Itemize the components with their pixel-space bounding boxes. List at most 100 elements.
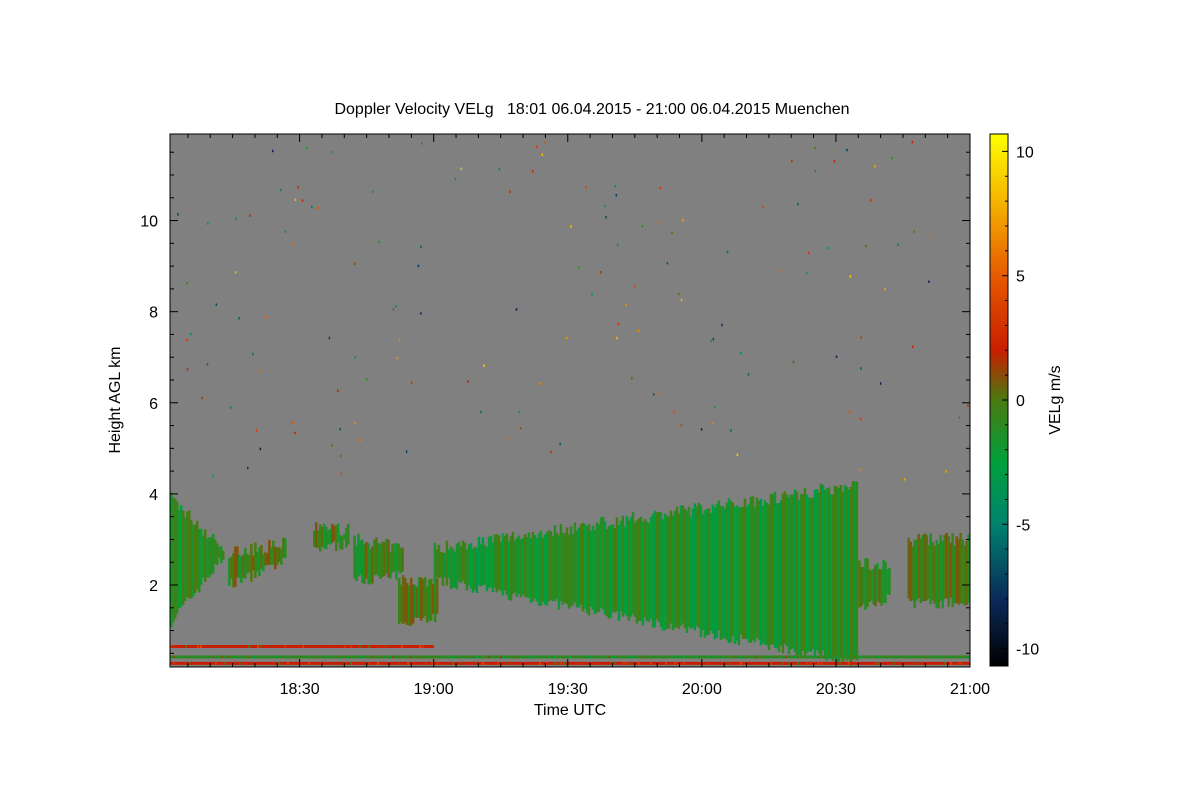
echo-clutter-line-lower	[170, 661, 970, 665]
speckle	[762, 205, 764, 209]
speckle	[354, 421, 356, 425]
speckle	[252, 352, 254, 356]
speckle	[255, 429, 258, 432]
speckle	[659, 186, 662, 190]
speckle	[792, 360, 795, 364]
speckle	[235, 217, 237, 220]
speckle	[301, 199, 304, 202]
speckle	[550, 450, 552, 454]
speckle	[177, 213, 179, 216]
speckle	[671, 231, 673, 234]
plot-area	[170, 134, 970, 667]
speckle	[903, 478, 906, 481]
speckle	[585, 185, 587, 189]
speckle	[311, 205, 313, 209]
speckle	[531, 170, 534, 173]
speckle	[509, 190, 511, 194]
speckle	[498, 167, 501, 171]
speckle	[515, 308, 518, 311]
speckle	[353, 262, 356, 266]
speckle	[849, 411, 851, 414]
speckle	[710, 339, 712, 343]
speckle	[859, 468, 861, 471]
speckle	[238, 316, 240, 320]
speckle	[565, 337, 568, 340]
speckle	[599, 270, 602, 274]
speckle	[421, 142, 423, 145]
colorbar-tick-label: -5	[1016, 517, 1030, 534]
speckle	[420, 245, 422, 249]
colorbar-label: VELg m/s	[1047, 365, 1064, 434]
speckle	[806, 271, 808, 275]
speckle	[913, 230, 915, 234]
speckle	[535, 145, 538, 149]
y-axis-label: Height AGL km	[107, 346, 124, 453]
speckle	[410, 381, 413, 384]
speckle	[454, 177, 457, 181]
speckle	[541, 153, 544, 156]
speckle	[879, 382, 882, 385]
speckle	[680, 298, 683, 302]
speckle	[294, 431, 296, 435]
echo-clutter-line-mid	[170, 655, 970, 659]
speckle	[398, 338, 401, 342]
echo-cloud-east	[907, 532, 970, 609]
speckle	[849, 275, 852, 278]
speckle	[378, 240, 380, 244]
speckle	[259, 369, 261, 373]
echo-clutter-line-upper	[170, 645, 434, 648]
speckle	[860, 336, 862, 339]
speckle	[337, 389, 339, 393]
speckle	[234, 271, 237, 274]
speckle	[317, 206, 320, 210]
speckle	[631, 377, 633, 380]
speckle	[712, 422, 714, 425]
speckle	[539, 382, 542, 385]
speckle	[591, 293, 593, 296]
speckle	[712, 337, 715, 341]
speckle	[747, 373, 750, 376]
speckle	[814, 146, 816, 149]
speckle	[291, 421, 294, 424]
speckle	[714, 406, 716, 409]
speckle	[396, 356, 399, 360]
speckle	[616, 336, 618, 340]
speckle	[641, 225, 644, 228]
speckle	[891, 156, 893, 160]
speckle	[417, 264, 420, 268]
x-tick-label: 19:30	[548, 681, 588, 698]
speckle	[339, 427, 342, 431]
speckle	[570, 225, 572, 228]
speckle	[201, 396, 203, 400]
speckle	[666, 261, 669, 265]
x-tick-label: 19:00	[414, 681, 454, 698]
speckle	[467, 380, 469, 383]
speckle	[518, 410, 520, 413]
y-tick-label: 6	[149, 396, 158, 413]
colorbar-tick-label: -10	[1016, 642, 1039, 659]
speckle	[215, 303, 218, 306]
speckle	[359, 439, 362, 442]
speckle	[392, 308, 395, 311]
speckle	[736, 453, 739, 457]
speckle	[721, 323, 723, 327]
speckle	[859, 417, 862, 421]
speckle	[673, 410, 675, 414]
speckle	[637, 329, 640, 332]
speckle	[967, 404, 969, 407]
speckle	[911, 345, 914, 349]
speckle	[186, 339, 188, 342]
speckle	[605, 215, 607, 219]
speckle	[911, 140, 914, 144]
speckle	[306, 147, 308, 150]
speckle	[405, 450, 408, 453]
colorbar-tick-label: 5	[1016, 269, 1025, 286]
speckle	[730, 429, 732, 432]
speckle	[614, 185, 617, 188]
speckle	[726, 250, 729, 254]
speckle	[928, 280, 930, 283]
speckle	[330, 151, 333, 154]
y-tick-label: 2	[149, 578, 158, 595]
speckle	[460, 167, 462, 171]
speckle	[791, 159, 793, 163]
